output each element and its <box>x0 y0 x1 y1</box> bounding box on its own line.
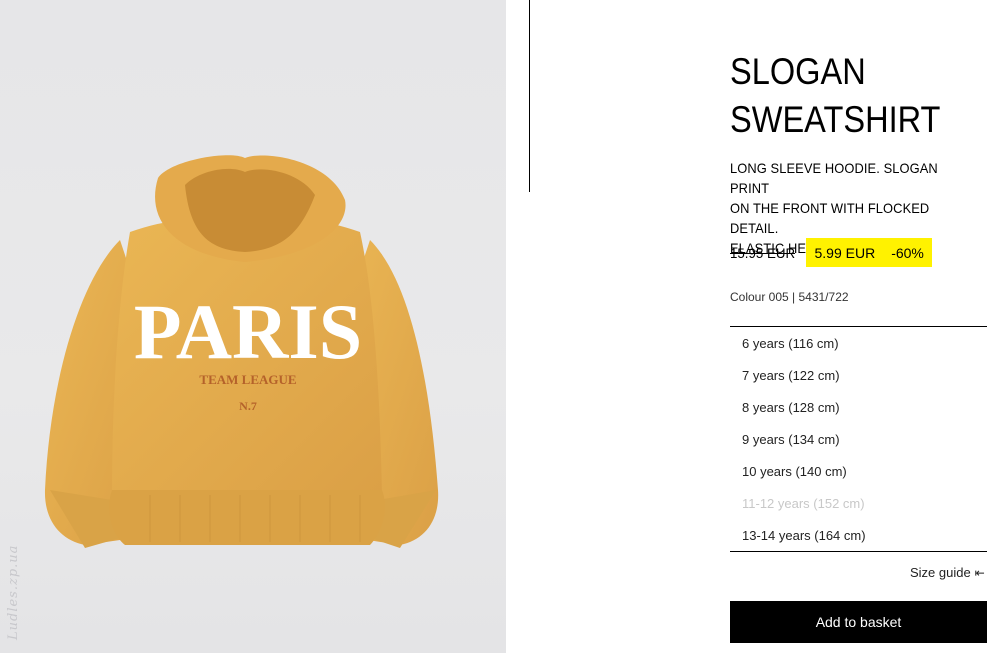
size-list: 6 years (116 cm) 7 years (122 cm) 8 year… <box>730 326 987 552</box>
size-option[interactable]: 13-14 years (164 cm) <box>730 519 987 551</box>
print-paris-text: PARIS <box>134 288 362 375</box>
colour-reference: Colour 005 | 5431/722 <box>730 290 849 304</box>
title-line-2: SWEATSHIRT <box>730 99 941 140</box>
divider <box>529 0 530 192</box>
size-option[interactable]: 8 years (128 cm) <box>730 391 987 423</box>
product-title: SLOGAN SWEATSHIRT <box>730 48 950 144</box>
watermark: Ludles.zp.ua <box>6 544 21 640</box>
size-guide-label: Size guide <box>910 565 971 580</box>
arrow-bar-left-icon: ⇤ <box>974 565 985 580</box>
size-option-unavailable: 11-12 years (152 cm) <box>742 495 865 511</box>
product-image[interactable]: PARIS TEAM LEAGUE N.7 Ludles.zp.ua <box>0 0 506 653</box>
size-option[interactable]: 9 years (134 cm) <box>730 423 987 455</box>
sale-price: 5.99 EUR <box>814 244 876 261</box>
description-line: ON THE FRONT WITH FLOCKED DETAIL. <box>730 200 930 236</box>
size-option[interactable]: 10 years (140 cm) <box>730 455 987 487</box>
print-number-text: N.7 <box>239 399 257 413</box>
title-line-1: SLOGAN <box>730 51 866 92</box>
sale-price-badge: 5.99 EUR -60% <box>806 238 932 267</box>
hoodie-illustration: PARIS TEAM LEAGUE N.7 <box>44 155 439 548</box>
discount-percent: -60% <box>891 244 924 261</box>
add-to-basket-button[interactable]: Add to basket <box>730 601 987 643</box>
size-option[interactable]: 6 years (116 cm) <box>730 327 987 359</box>
size-guide-link[interactable]: Size guide ⇤ <box>910 565 985 580</box>
description-line: LONG SLEEVE HOODIE. SLOGAN PRINT <box>730 160 938 196</box>
price-row: 15.95 EUR 5.99 EUR -60% <box>730 238 932 267</box>
print-team-league-text: TEAM LEAGUE <box>199 372 296 387</box>
old-price: 15.95 EUR <box>730 244 796 261</box>
size-option[interactable]: 7 years (122 cm) <box>730 359 987 391</box>
